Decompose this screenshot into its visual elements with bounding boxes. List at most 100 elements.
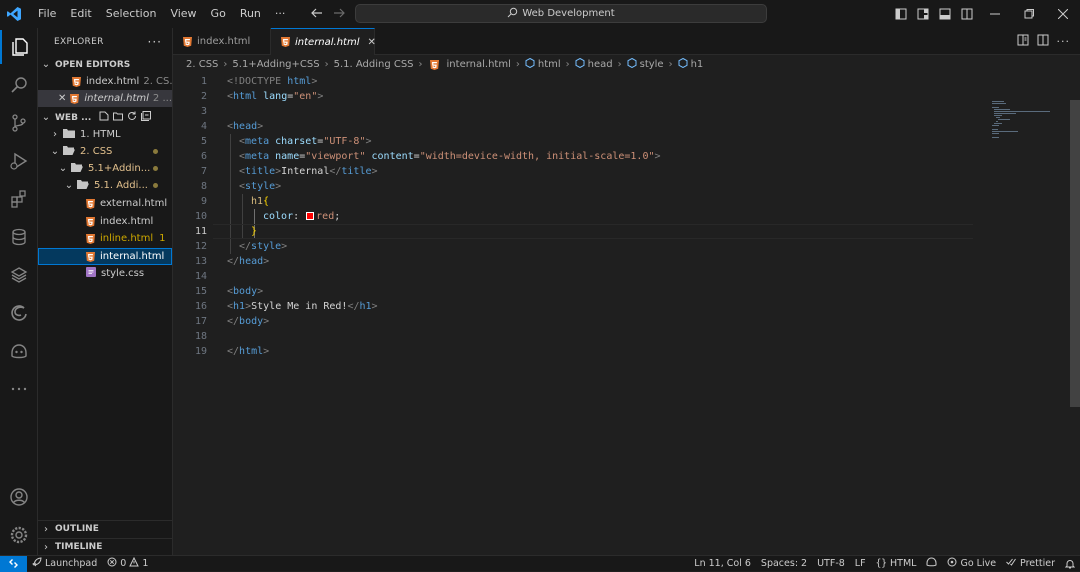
new-folder-icon[interactable]: [113, 111, 124, 124]
code-line: 14: [194, 271, 207, 282]
code-line: 7 <title>Internal</title>: [200, 166, 378, 177]
html-file-icon: [429, 59, 439, 70]
code-line: 2 <html lang="en">: [200, 91, 324, 102]
code-line: 17 </body>: [194, 316, 270, 327]
cursor-position[interactable]: Ln 11, Col 6: [689, 558, 756, 569]
minimize-icon[interactable]: [978, 0, 1012, 28]
breadcrumb-item[interactable]: html: [538, 59, 561, 70]
database-icon[interactable]: [0, 220, 38, 254]
modified-dot: [153, 149, 158, 154]
editor-more-icon[interactable]: ···: [1057, 35, 1071, 48]
refresh-icon[interactable]: [127, 111, 137, 124]
customize-layout-icon[interactable]: [890, 8, 912, 20]
status-bar: Launchpad 0 1 Ln 11, Col 6 Spaces: 2 UTF…: [0, 555, 1080, 572]
color-swatch[interactable]: [306, 212, 315, 220]
extensions-icon[interactable]: [0, 182, 38, 216]
menu-edit[interactable]: Edit: [63, 0, 98, 28]
menu-selection[interactable]: Selection: [99, 0, 164, 28]
breadcrumb-item[interactable]: head: [588, 59, 613, 70]
breadcrumb-item[interactable]: 5.1+Adding+CSS: [232, 59, 319, 70]
chevron-down-icon: ⌄: [58, 163, 68, 174]
source-control-icon[interactable]: [0, 106, 38, 140]
breadcrumb-item[interactable]: style: [640, 59, 664, 70]
close-tab-icon[interactable]: ✕: [368, 37, 376, 48]
rocket-icon: [32, 557, 42, 570]
search-view-icon[interactable]: [0, 68, 38, 102]
open-editor-internal[interactable]: ✕ internal.html 2 ...: [38, 90, 172, 107]
breadcrumb-item[interactable]: h1: [691, 59, 704, 70]
chevron-down-icon: ⌄: [41, 112, 51, 123]
toggle-secondary-sidebar-icon[interactable]: [956, 8, 978, 20]
folder-open-icon: [77, 179, 89, 192]
tree-file-external[interactable]: external.html: [38, 195, 172, 212]
problems-status[interactable]: 0 1: [102, 556, 153, 570]
more-views-icon[interactable]: [0, 372, 38, 406]
tab-index-html[interactable]: index.html: [173, 28, 271, 55]
eol-status[interactable]: LF: [850, 558, 871, 569]
forward-arrow-icon[interactable]: [332, 6, 346, 23]
restore-icon[interactable]: [1012, 0, 1046, 28]
title-bar: File Edit Selection View Go Run ··· Web …: [0, 0, 1080, 28]
tree-file-inline[interactable]: inline.html 1: [38, 230, 172, 247]
timeline-header[interactable]: › TIMELINE: [38, 538, 172, 555]
tree-folder-html[interactable]: › 1. HTML: [38, 126, 172, 143]
tree-file-style-css[interactable]: style.css: [38, 265, 172, 282]
notifications-icon[interactable]: [1060, 559, 1080, 569]
settings-gear-icon[interactable]: [0, 518, 38, 552]
tree-file-index[interactable]: index.html: [38, 213, 172, 230]
breadcrumb-item[interactable]: internal.html: [447, 59, 511, 70]
tree-file-internal[interactable]: internal.html: [38, 248, 172, 265]
minimap[interactable]: [992, 100, 1052, 140]
open-editor-index[interactable]: index.html 2. CS...: [38, 73, 172, 90]
copilot-status[interactable]: [921, 557, 942, 570]
open-preview-icon[interactable]: [1017, 34, 1029, 49]
chevron-right-icon: ›: [324, 59, 329, 70]
remote-indicator-icon[interactable]: [0, 555, 27, 572]
explorer-icon[interactable]: [0, 30, 38, 64]
launchpad-status[interactable]: Launchpad: [27, 557, 102, 570]
broadcast-icon: [947, 557, 957, 570]
indentation-status[interactable]: Spaces: 2: [756, 558, 812, 569]
edge-browser-icon[interactable]: [0, 296, 38, 330]
split-editor-icon[interactable]: [1037, 34, 1049, 49]
menu-run[interactable]: Run: [233, 0, 268, 28]
new-file-icon[interactable]: [99, 111, 109, 124]
code-line-current: 11}: [173, 224, 973, 239]
close-editor-icon[interactable]: ✕: [58, 93, 68, 104]
copilot-icon[interactable]: [0, 334, 38, 368]
go-live-button[interactable]: Go Live: [942, 557, 1001, 570]
close-window-icon[interactable]: [1046, 0, 1080, 28]
menu-view[interactable]: View: [163, 0, 203, 28]
outline-header[interactable]: › OUTLINE: [38, 520, 172, 537]
accounts-icon[interactable]: [0, 480, 38, 514]
run-debug-icon[interactable]: [0, 144, 38, 178]
breadcrumb-item[interactable]: 2. CSS: [186, 59, 218, 70]
toggle-primary-sidebar-icon[interactable]: [912, 8, 934, 20]
chevron-right-icon: ›: [44, 541, 48, 553]
copilot-icon: [926, 557, 937, 570]
toggle-panel-icon[interactable]: [934, 8, 956, 20]
layers-icon[interactable]: [0, 258, 38, 292]
error-icon: [107, 557, 117, 570]
tab-internal-html[interactable]: internal.html ✕: [271, 28, 376, 55]
menu-go[interactable]: Go: [204, 0, 233, 28]
editor-area: index.html internal.html ✕ ··· 2. CSS › 5…: [173, 28, 1080, 555]
workspace-header[interactable]: ⌄ WEB ...: [38, 109, 172, 126]
menu-file[interactable]: File: [31, 0, 63, 28]
tree-folder-adding-css[interactable]: ⌄ 5.1+Addin...: [38, 160, 172, 177]
chevron-right-icon: ›: [617, 59, 622, 70]
tree-folder-51-adding[interactable]: ⌄ 5.1. Addi...: [38, 177, 172, 194]
breadcrumb-item[interactable]: 5.1. Adding CSS: [334, 59, 414, 70]
folder-open-icon: [63, 145, 75, 158]
command-center-search[interactable]: Web Development: [355, 4, 767, 23]
back-arrow-icon[interactable]: [310, 6, 324, 23]
menu-more[interactable]: ···: [268, 0, 293, 28]
encoding-status[interactable]: UTF-8: [812, 558, 850, 569]
collapse-all-icon[interactable]: [141, 111, 152, 124]
more-actions-icon[interactable]: ···: [148, 35, 162, 49]
open-editors-header[interactable]: ⌄ OPEN EDITORS: [38, 56, 172, 73]
prettier-status[interactable]: Prettier: [1001, 557, 1060, 570]
vertical-scrollbar[interactable]: [1070, 100, 1080, 407]
tree-folder-css[interactable]: ⌄ 2. CSS: [38, 143, 172, 160]
language-mode[interactable]: {} HTML: [871, 558, 922, 569]
